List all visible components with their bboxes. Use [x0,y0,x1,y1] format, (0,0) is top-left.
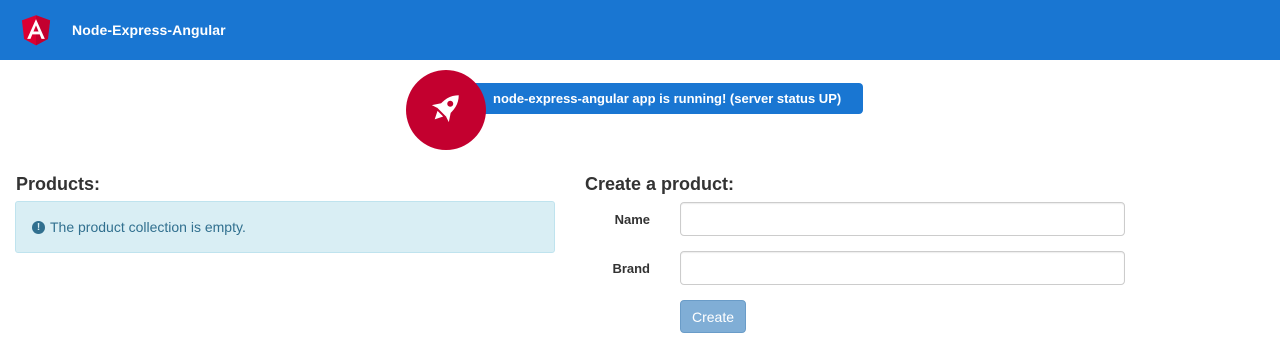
name-label: Name [614,212,650,227]
server-status-banner: node-express-angular app is running! (se… [470,83,863,114]
rocket-badge [406,70,486,150]
rocket-icon [425,87,467,134]
empty-products-message: The product collection is empty. [50,219,246,235]
products-heading: Products: [16,174,101,194]
brand-input[interactable] [680,251,1125,285]
create-button[interactable]: Create [680,300,746,333]
server-status-text: node-express-angular app is running! (se… [493,91,842,106]
name-input[interactable] [680,202,1125,236]
info-circle-icon: ! [32,220,45,234]
top-toolbar: Node-Express-Angular [0,0,1280,60]
create-product-heading: Create a product: [585,174,735,194]
app-title: Node-Express-Angular [72,22,226,38]
angular-logo-icon [20,14,52,46]
brand-label: Brand [612,261,650,276]
empty-products-alert: ! The product collection is empty. [15,201,555,253]
